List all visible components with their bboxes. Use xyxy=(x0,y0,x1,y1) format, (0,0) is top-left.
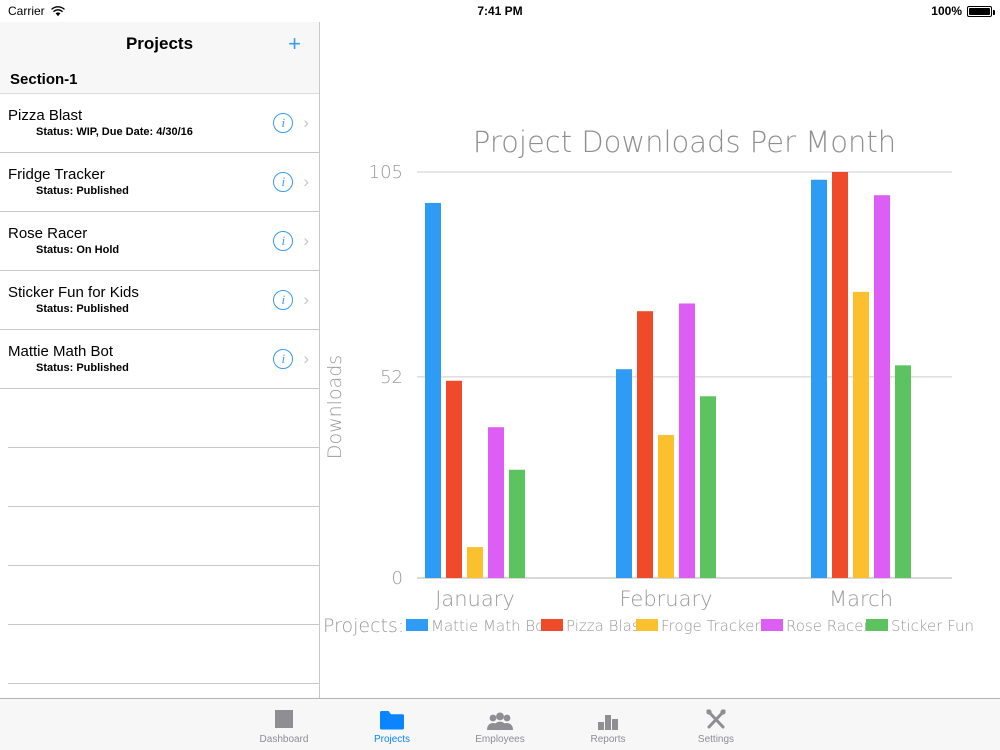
bar xyxy=(679,303,695,578)
x-tick-label: February xyxy=(619,587,712,611)
section-header: Section-1 xyxy=(0,66,319,94)
legend-label: Froge Tracker xyxy=(661,617,761,635)
legend-label: Rose Racer xyxy=(786,617,870,635)
bar xyxy=(853,291,869,578)
folder-icon xyxy=(379,705,405,731)
tab-label: Settings xyxy=(697,733,735,745)
y-tick-label: 52 xyxy=(380,367,403,388)
list-item[interactable]: Fridge Tracker Status: Published i › xyxy=(0,153,319,212)
status-bar-right: 100% xyxy=(931,4,995,18)
row-accessories: i › xyxy=(273,113,309,133)
project-list: Pizza Blast Status: WIP, Due Date: 4/30/1… xyxy=(0,94,319,684)
legend-swatch xyxy=(761,619,783,631)
chart-canvas: Project Downloads Per Month 0 52 105 Downloa… xyxy=(323,125,974,637)
chart-title: Project Downloads Per Month xyxy=(473,125,896,159)
dashboard-square-icon xyxy=(272,705,296,731)
chart-detail-pane: Project Downloads Per Month 0 52 105 Downloa… xyxy=(321,22,1000,698)
x-tick-label: March xyxy=(829,587,893,611)
status-bar-time: 7:41 PM xyxy=(477,4,523,18)
info-icon[interactable]: i xyxy=(273,172,294,192)
y-tick-label: 105 xyxy=(369,162,403,183)
tab-reports[interactable]: Reports xyxy=(554,705,662,745)
battery-percent-label: 100% xyxy=(931,4,962,18)
projects-sidebar: Projects + Section-1 Pizza Blast Status: … xyxy=(0,22,320,698)
bar xyxy=(874,195,890,578)
row-accessories: i › xyxy=(273,231,309,251)
info-icon[interactable]: i xyxy=(273,231,294,251)
x-tick-label: January xyxy=(435,587,515,611)
legend-title: Projects: xyxy=(323,615,404,637)
chevron-right-icon: › xyxy=(303,290,309,309)
bar xyxy=(467,547,483,578)
info-icon[interactable]: i xyxy=(273,290,294,310)
legend-swatch xyxy=(406,619,428,631)
list-item-empty xyxy=(8,389,319,448)
bar xyxy=(616,369,632,578)
legend-swatch xyxy=(541,619,563,631)
row-accessories: i › xyxy=(273,290,309,310)
tab-label: Employees xyxy=(475,733,525,745)
list-item-empty xyxy=(8,566,319,625)
legend-label: Sticker Fun xyxy=(891,617,974,635)
row-accessories: i › xyxy=(273,349,309,369)
battery-full-icon xyxy=(967,5,995,17)
bar xyxy=(895,365,911,578)
tab-label: Dashboard xyxy=(259,733,309,745)
y-tick-label: 0 xyxy=(392,568,403,589)
tab-projects[interactable]: Projects xyxy=(338,705,446,745)
tools-wrench-screwdriver-icon xyxy=(704,705,728,731)
list-item-empty xyxy=(8,448,319,507)
list-item[interactable]: Pizza Blast Status: WIP, Due Date: 4/30/1… xyxy=(0,94,319,153)
chevron-right-icon: › xyxy=(303,113,309,132)
list-item-empty xyxy=(8,625,319,684)
downloads-bar-chart: Project Downloads Per Month 0 52 105 Downloa… xyxy=(321,22,1000,698)
add-project-button[interactable]: + xyxy=(288,33,301,55)
bar xyxy=(811,179,827,578)
status-bar: Carrier 7:41 PM 100% xyxy=(0,0,1000,22)
bar xyxy=(446,380,462,578)
list-item[interactable]: Sticker Fun for Kids Status: Published i › xyxy=(0,271,319,330)
list-item[interactable]: Mattie Math Bot Status: Published i › xyxy=(0,330,319,389)
tab-label: Projects xyxy=(373,733,411,745)
list-item[interactable]: Rose Racer Status: On Hold i › xyxy=(0,212,319,271)
list-item-empty xyxy=(8,507,319,566)
bar xyxy=(658,434,674,578)
tab-employees[interactable]: Employees xyxy=(446,705,554,745)
bar xyxy=(488,427,504,578)
legend-swatch xyxy=(866,619,888,631)
legend-label: Mattie Math Bot xyxy=(431,617,550,635)
tab-dashboard[interactable]: Dashboard xyxy=(230,705,338,745)
bar-chart-icon xyxy=(596,705,620,731)
legend-label: Pizza Blast xyxy=(566,617,646,635)
app-root: Carrier 7:41 PM 100% Projects + Section-… xyxy=(0,0,1000,750)
tab-settings[interactable]: Settings xyxy=(662,705,770,745)
y-axis-label: Downloads xyxy=(324,355,346,459)
bar xyxy=(509,469,525,578)
bar xyxy=(637,311,653,578)
sidebar-nav-bar: Projects + xyxy=(0,22,319,66)
bottom-tab-bar: Dashboard Projects Employees Reports Setting… xyxy=(0,698,1000,750)
info-icon[interactable]: i xyxy=(273,349,294,369)
bar xyxy=(832,172,848,578)
bar xyxy=(425,202,441,578)
legend-swatch xyxy=(636,619,658,631)
tab-label: Reports xyxy=(590,733,626,745)
page-title: Projects xyxy=(125,34,194,53)
chevron-right-icon: › xyxy=(303,349,309,368)
row-accessories: i › xyxy=(273,172,309,192)
bar xyxy=(700,396,716,578)
chevron-right-icon: › xyxy=(303,172,309,191)
chevron-right-icon: › xyxy=(303,231,309,250)
info-icon[interactable]: i xyxy=(273,113,294,133)
people-group-icon xyxy=(486,705,514,731)
